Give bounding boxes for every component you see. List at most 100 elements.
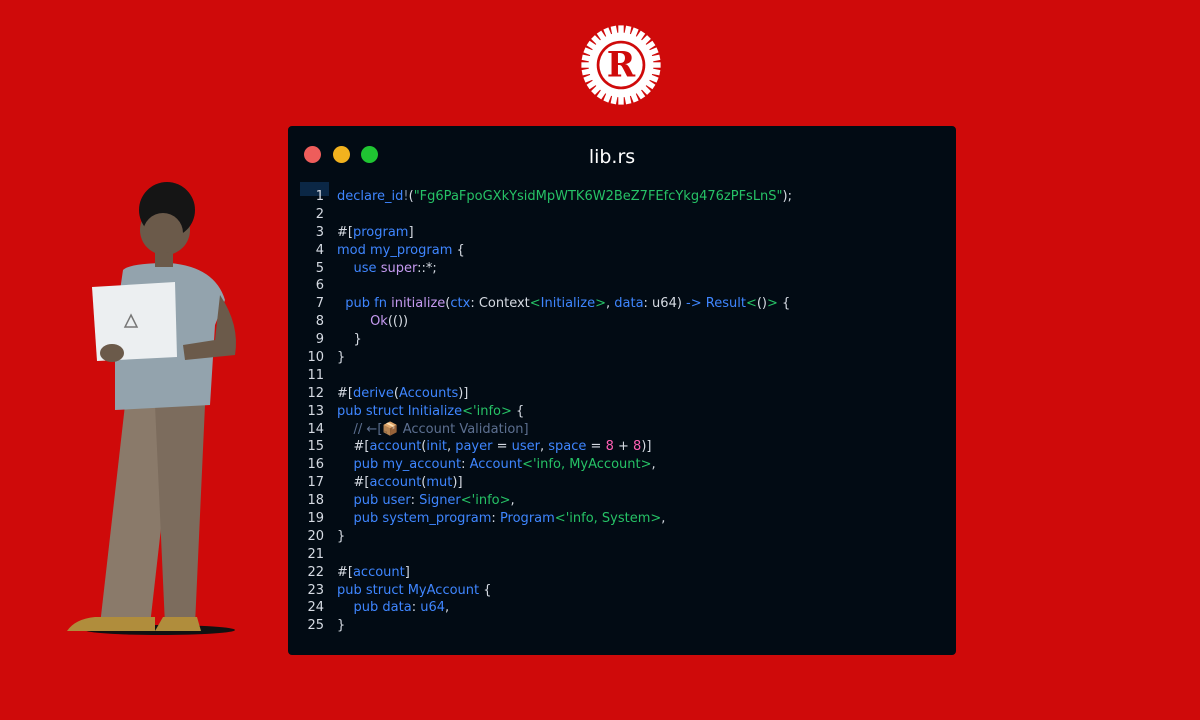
code-token: : bbox=[461, 457, 470, 473]
code-token: <'info> bbox=[460, 493, 511, 509]
code-token: : u64) bbox=[643, 296, 687, 312]
code-token: Accounts bbox=[398, 385, 459, 401]
code-line: 5 use super::*; bbox=[288, 260, 956, 278]
code-token: (()) bbox=[387, 314, 409, 330]
code-token: , bbox=[661, 511, 666, 527]
line-number: 12 bbox=[307, 385, 324, 401]
code-token: pub bbox=[353, 493, 383, 509]
code-line: 18 pub user: Signer<'info>, bbox=[288, 492, 956, 510]
code-token: -> Result bbox=[686, 296, 746, 312]
code-token: } bbox=[337, 332, 362, 348]
code-token: <'info, System> bbox=[554, 511, 662, 527]
code-token: , bbox=[446, 439, 456, 455]
code-token: MyAccount bbox=[407, 582, 480, 598]
code-line: 24 pub data: u64, bbox=[288, 599, 956, 617]
code-line: 4 mod my_program { bbox=[288, 242, 956, 260]
code-token: , bbox=[510, 493, 515, 509]
code-text: #[account(mut)] bbox=[337, 474, 463, 492]
code-token: < bbox=[529, 296, 541, 312]
code-token: )] bbox=[452, 475, 463, 491]
code-token: } bbox=[337, 350, 346, 366]
code-editor-window: lib.rs 1 declare_id!("Fg6PaFpoGXkYsidMpWT… bbox=[288, 126, 956, 655]
code-token: pub bbox=[353, 600, 383, 616]
line-number: 9 bbox=[315, 332, 324, 348]
code-text: mod my_program { bbox=[337, 242, 465, 260]
code-token: < bbox=[745, 296, 757, 312]
code-text: pub struct Initialize<'info> { bbox=[337, 403, 524, 421]
person-with-laptop-illustration bbox=[67, 182, 236, 635]
line-number: 18 bbox=[307, 493, 324, 509]
code-token: pub fn bbox=[345, 296, 392, 312]
line-number: 6 bbox=[315, 278, 324, 294]
line-number: 14 bbox=[307, 421, 324, 437]
code-token: } bbox=[337, 618, 346, 634]
line-number: 15 bbox=[307, 439, 324, 455]
code-token: Program bbox=[499, 511, 555, 527]
rust-logo: R bbox=[581, 25, 661, 105]
code-token: my_program bbox=[370, 242, 453, 258]
code-token: ] bbox=[404, 564, 410, 580]
code-text: } bbox=[337, 528, 345, 546]
code-text: use super::*; bbox=[337, 260, 437, 278]
code-token: init bbox=[426, 439, 447, 455]
code-token: declare_id bbox=[337, 189, 404, 204]
code-token: "Fg6PaFpoGXkYsidMpWTK6W2BeZ7FEfcYkg476zP… bbox=[413, 189, 783, 204]
code-token: ] bbox=[408, 224, 414, 240]
code-line: 17 #[account(mut)] bbox=[288, 474, 956, 492]
line-number: 4 bbox=[315, 242, 324, 258]
code-token: , bbox=[605, 296, 615, 312]
line-number: 11 bbox=[307, 367, 324, 383]
code-token: > bbox=[767, 296, 778, 312]
code-token: #[ bbox=[337, 224, 353, 240]
code-line: 22 #[account] bbox=[288, 564, 956, 582]
code-token: <'info> bbox=[462, 403, 512, 419]
code-token: account bbox=[352, 564, 405, 580]
code-text: // ←[📦 Account Validation] bbox=[337, 421, 529, 439]
code-text: pub user: Signer<'info>, bbox=[337, 492, 515, 510]
code-line: 3 #[program] bbox=[288, 224, 956, 242]
code-line: 6 bbox=[288, 277, 956, 295]
code-line: 23 pub struct MyAccount { bbox=[288, 582, 956, 600]
code-token: () bbox=[756, 296, 767, 312]
code-token: user bbox=[511, 439, 540, 455]
line-number: 3 bbox=[315, 224, 324, 240]
code-text: pub struct MyAccount { bbox=[337, 582, 492, 600]
code-line: 12 #[derive(Accounts)] bbox=[288, 385, 956, 403]
line-number: 21 bbox=[307, 546, 324, 562]
code-text: } bbox=[337, 617, 345, 635]
code-token: { bbox=[452, 242, 465, 258]
code-token: )] bbox=[641, 439, 652, 455]
code-line: 2 bbox=[288, 206, 956, 224]
code-text: } bbox=[337, 349, 345, 367]
code-token: #[ bbox=[337, 439, 370, 455]
line-number: 16 bbox=[307, 457, 324, 473]
code-token: : Context bbox=[470, 296, 530, 312]
code-token: Initialize bbox=[407, 403, 463, 419]
code-token: user bbox=[382, 493, 411, 509]
line-number: 10 bbox=[307, 350, 324, 366]
code-token: Initialize bbox=[540, 296, 596, 312]
code-token: = bbox=[492, 439, 512, 455]
code-token: + bbox=[613, 439, 634, 455]
code-token: : bbox=[491, 511, 500, 527]
line-number: 5 bbox=[315, 260, 324, 276]
code-line: 9 } bbox=[288, 331, 956, 349]
line-number: 17 bbox=[307, 475, 324, 491]
code-token: use bbox=[353, 260, 381, 276]
code-token: derive bbox=[352, 385, 394, 401]
code-token: )] bbox=[458, 385, 469, 401]
code-token: super bbox=[380, 260, 418, 276]
code-token: pub bbox=[353, 457, 383, 473]
code-token: <'info, MyAccount> bbox=[522, 457, 652, 473]
code-text: #[derive(Accounts)] bbox=[337, 385, 468, 403]
file-name-title: lib.rs bbox=[588, 146, 636, 168]
code-token: ); bbox=[782, 189, 792, 204]
code-token: // ←[📦 Account Validation] bbox=[353, 421, 529, 437]
code-line: 16 pub my_account: Account<'info, MyAcco… bbox=[288, 456, 956, 474]
code-line: 8 Ok(()) bbox=[288, 313, 956, 331]
